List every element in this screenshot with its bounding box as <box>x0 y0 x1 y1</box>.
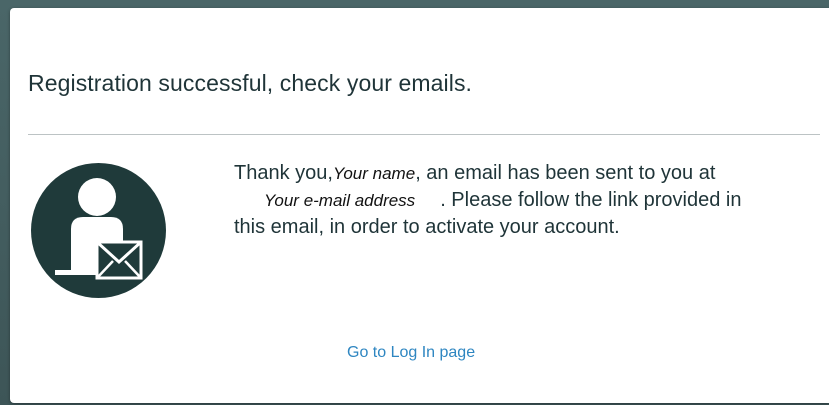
message-part-1: Thank you, <box>234 162 333 184</box>
message-part-2: , an email has been sent to you at <box>415 162 716 184</box>
email-placeholder: Your e-mail address <box>264 191 416 210</box>
name-placeholder: Your name <box>332 164 416 183</box>
registration-success-dialog: Registration successful, check your emai… <box>10 8 829 403</box>
divider <box>28 134 820 135</box>
dialog-title: Registration successful, check your emai… <box>28 70 473 96</box>
go-to-login-link[interactable]: Go to Log In page <box>347 344 475 362</box>
user-email-icon <box>31 163 166 298</box>
confirmation-message: Thank you,Your name, an email has been s… <box>234 160 774 241</box>
page-backdrop: Registration successful, check your emai… <box>0 0 829 405</box>
